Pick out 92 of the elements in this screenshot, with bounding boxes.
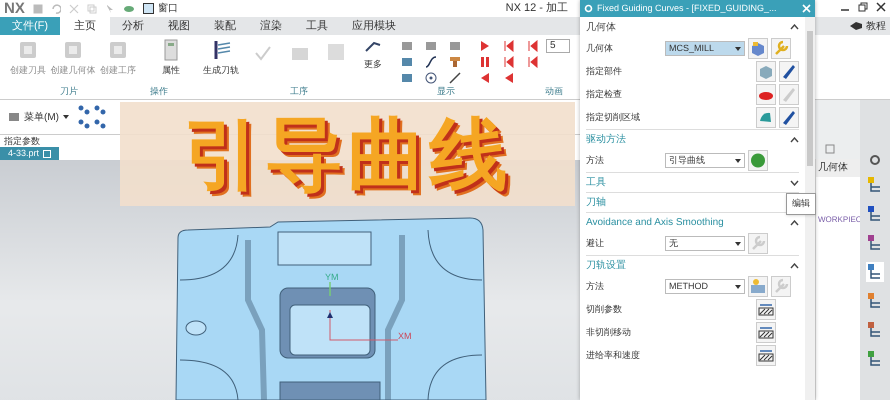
ribbon-group-label: 工序: [290, 87, 308, 96]
field-label: 指定部件: [586, 64, 623, 78]
field-label: 几何体: [586, 42, 614, 55]
dropdown-caret-icon: [735, 242, 741, 246]
gear-icon[interactable]: [869, 154, 881, 166]
geometry-cube-icon[interactable]: [748, 38, 768, 59]
step-forward-icon[interactable]: [526, 39, 540, 53]
ribbon-tab[interactable]: 工具: [294, 17, 340, 35]
collapse-chevron-icon[interactable]: [790, 220, 799, 226]
close-icon[interactable]: [876, 2, 886, 12]
field-label: 指定切削区域: [586, 110, 641, 124]
coordinate-axes-drawing: [327, 282, 398, 340]
banner-title: 引导曲线: [184, 115, 512, 193]
gear-icon: [584, 4, 593, 13]
field-label: 非切削移动: [586, 326, 632, 339]
tooltip: 编辑: [786, 193, 816, 214]
tool-holder-icon[interactable]: [448, 55, 462, 69]
field-label: 进给率和速度: [586, 348, 641, 362]
speed-field[interactable]: 5: [546, 39, 570, 53]
ribbon-group-label: 操作: [150, 87, 168, 96]
selection-filter-icon[interactable]: [77, 118, 91, 130]
section-header[interactable]: 几何体: [586, 20, 616, 34]
cut-area-icon[interactable]: [756, 107, 776, 128]
dropdown-field[interactable]: 无: [665, 236, 745, 251]
collapse-chevron-icon[interactable]: [790, 24, 799, 30]
ribbon-group-label: 动画: [545, 87, 563, 96]
circle-target-icon[interactable]: [424, 71, 438, 85]
tutorial-icon[interactable]: [850, 22, 862, 30]
collapse-chevron-icon[interactable]: [790, 262, 799, 268]
app-title: NX 12 - 加工: [506, 1, 568, 16]
edit-icon: [43, 150, 52, 158]
field-label: 切削参数: [586, 302, 623, 316]
flashlight-icon[interactable]: [779, 107, 799, 128]
dropdown-field[interactable]: 引导曲线: [665, 153, 745, 168]
line-icon[interactable]: [448, 71, 462, 85]
tutorial-link[interactable]: 教程: [866, 18, 886, 34]
field-label: 方法: [586, 154, 605, 167]
ribbon-button[interactable]: 生成刀轨: [200, 39, 242, 78]
selection-filter-icon[interactable]: [77, 104, 91, 116]
ribbon-button[interactable]: 属性: [156, 39, 186, 78]
ribbon-tab[interactable]: 主页: [60, 17, 110, 35]
step-back-icon[interactable]: [502, 39, 516, 53]
flashlight-icon[interactable]: [779, 61, 799, 82]
selection-filter-icon[interactable]: [93, 118, 107, 130]
nx-logo: NX: [4, 1, 25, 16]
axis-label: XM: [398, 331, 412, 341]
field-label: 方法: [586, 280, 605, 293]
non-cutting-moves-icon[interactable]: [756, 322, 776, 343]
step-back-icon[interactable]: [502, 55, 516, 69]
dropdown-caret-icon: [735, 284, 741, 288]
dropdown-caret-icon: [735, 46, 741, 50]
ribbon-button[interactable]: 更多: [356, 39, 390, 72]
curve-icon[interactable]: [424, 55, 438, 69]
fit-icon[interactable]: [825, 144, 835, 154]
ribbon-tab[interactable]: 应用模块: [340, 17, 408, 35]
dropdown-field[interactable]: MCS_MILL: [665, 41, 745, 56]
pause-icon[interactable]: [478, 55, 492, 69]
menu-icon: [8, 112, 20, 122]
feeds-speeds-icon[interactable]: [756, 345, 776, 366]
section-header[interactable]: 刀轨设置: [586, 258, 626, 273]
collapse-chevron-icon[interactable]: [790, 136, 799, 142]
restore-icon[interactable]: [858, 2, 868, 12]
selection-filter-icon[interactable]: [93, 104, 107, 116]
ribbon-tab[interactable]: 渲染: [248, 17, 294, 35]
ribbon-tab[interactable]: 装配: [202, 17, 248, 35]
check-shape-icon[interactable]: [756, 84, 776, 105]
axis-label: YM: [325, 272, 338, 282]
properties-icon: [162, 39, 180, 61]
field-label: 避让: [586, 236, 605, 250]
field-label: 指定检查: [586, 88, 623, 101]
dialog-title: Fixed Guiding Curves - [FIXED_GUIDING_...: [597, 2, 777, 15]
section-header[interactable]: 工具: [586, 175, 606, 190]
dropdown-caret-icon: [63, 115, 69, 119]
expand-chevron-icon[interactable]: [790, 180, 799, 186]
dropdown-field[interactable]: METHOD: [665, 279, 745, 294]
ribbon-group-label: 刀片: [60, 87, 78, 96]
window-menu[interactable]: 窗口: [158, 1, 178, 16]
ribbon-tab[interactable]: 视图: [156, 17, 202, 35]
section-header[interactable]: Avoidance and Axis Smoothing: [586, 215, 724, 230]
file-tab[interactable]: 4-33.prt: [0, 147, 60, 160]
navigator-item[interactable]: WORKPIEC: [816, 214, 860, 226]
ribbon-group-label: 显示: [437, 87, 455, 96]
tool-tree-icon[interactable]: [866, 262, 884, 282]
window-icon: [142, 3, 154, 14]
cut-parameters-icon[interactable]: [756, 299, 776, 320]
section-header[interactable]: 刀轴: [586, 195, 606, 210]
menu-button[interactable]: 菜单(M): [8, 110, 69, 124]
section-header[interactable]: 驱动方法: [586, 132, 626, 147]
panel-label: 指定参数: [3, 135, 41, 147]
step-forward-icon[interactable]: [526, 55, 540, 69]
column-header: 几何体: [816, 159, 860, 177]
ribbon-tab[interactable]: 分析: [110, 17, 156, 35]
